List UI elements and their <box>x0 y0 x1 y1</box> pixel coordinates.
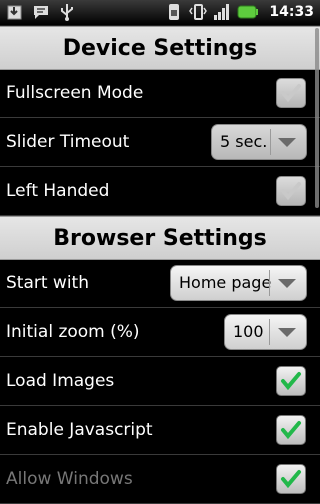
signal-icon <box>214 4 230 20</box>
chevron-down-icon <box>278 279 296 288</box>
fullscreen-mode-row[interactable]: Fullscreen Mode <box>0 69 320 118</box>
chevron-down-icon <box>278 138 296 147</box>
load-images-label: Load Images <box>6 371 115 391</box>
start-with-label: Start with <box>6 273 89 293</box>
slider-timeout-label: Slider Timeout <box>6 132 130 152</box>
check-icon <box>281 470 301 489</box>
allow-windows-label: Allow Windows <box>6 469 133 489</box>
load-images-checkbox[interactable] <box>276 366 306 396</box>
left-handed-row[interactable]: Left Handed <box>0 167 320 216</box>
device-settings-header: Device Settings <box>0 26 320 70</box>
fullscreen-mode-label: Fullscreen Mode <box>6 83 144 103</box>
check-icon <box>281 182 301 201</box>
spinner-divider <box>269 319 270 345</box>
spinner-value: Home page <box>179 273 272 292</box>
status-time: 14:33 <box>269 4 314 20</box>
check-icon <box>281 84 301 103</box>
check-icon <box>281 372 301 391</box>
left-handed-label: Left Handed <box>6 181 110 201</box>
scrollbar[interactable] <box>315 28 319 208</box>
spinner-divider <box>269 270 270 296</box>
spinner-value: 100 <box>233 322 264 341</box>
status-bar: 14:33 <box>0 0 320 26</box>
usb-icon <box>61 4 73 21</box>
spinner-divider <box>270 129 271 155</box>
battery-icon <box>237 5 259 19</box>
vibrate-icon <box>189 4 208 20</box>
load-images-row[interactable]: Load Images <box>0 357 320 406</box>
spinner-value: 5 sec. <box>220 132 268 151</box>
start-with-spinner[interactable]: Home page <box>170 265 307 301</box>
enable-javascript-checkbox[interactable] <box>276 415 306 445</box>
sim-icon <box>169 4 180 20</box>
initial-zoom-row[interactable]: Initial zoom (%) 100 <box>0 308 320 357</box>
left-handed-checkbox[interactable] <box>276 176 306 206</box>
check-icon <box>281 421 301 440</box>
download-icon <box>7 5 22 20</box>
chat-icon <box>34 6 48 19</box>
enable-javascript-label: Enable Javascript <box>6 420 153 440</box>
allow-windows-checkbox[interactable] <box>276 464 306 494</box>
start-with-row[interactable]: Start with Home page <box>0 259 320 308</box>
chevron-down-icon <box>278 328 296 337</box>
initial-zoom-spinner[interactable]: 100 <box>224 314 307 350</box>
slider-timeout-spinner[interactable]: 5 sec. <box>211 124 307 160</box>
initial-zoom-label: Initial zoom (%) <box>6 322 140 342</box>
slider-timeout-row[interactable]: Slider Timeout 5 sec. <box>0 118 320 167</box>
fullscreen-mode-checkbox[interactable] <box>276 78 306 108</box>
browser-settings-header: Browser Settings <box>0 216 320 260</box>
enable-javascript-row[interactable]: Enable Javascript <box>0 406 320 455</box>
